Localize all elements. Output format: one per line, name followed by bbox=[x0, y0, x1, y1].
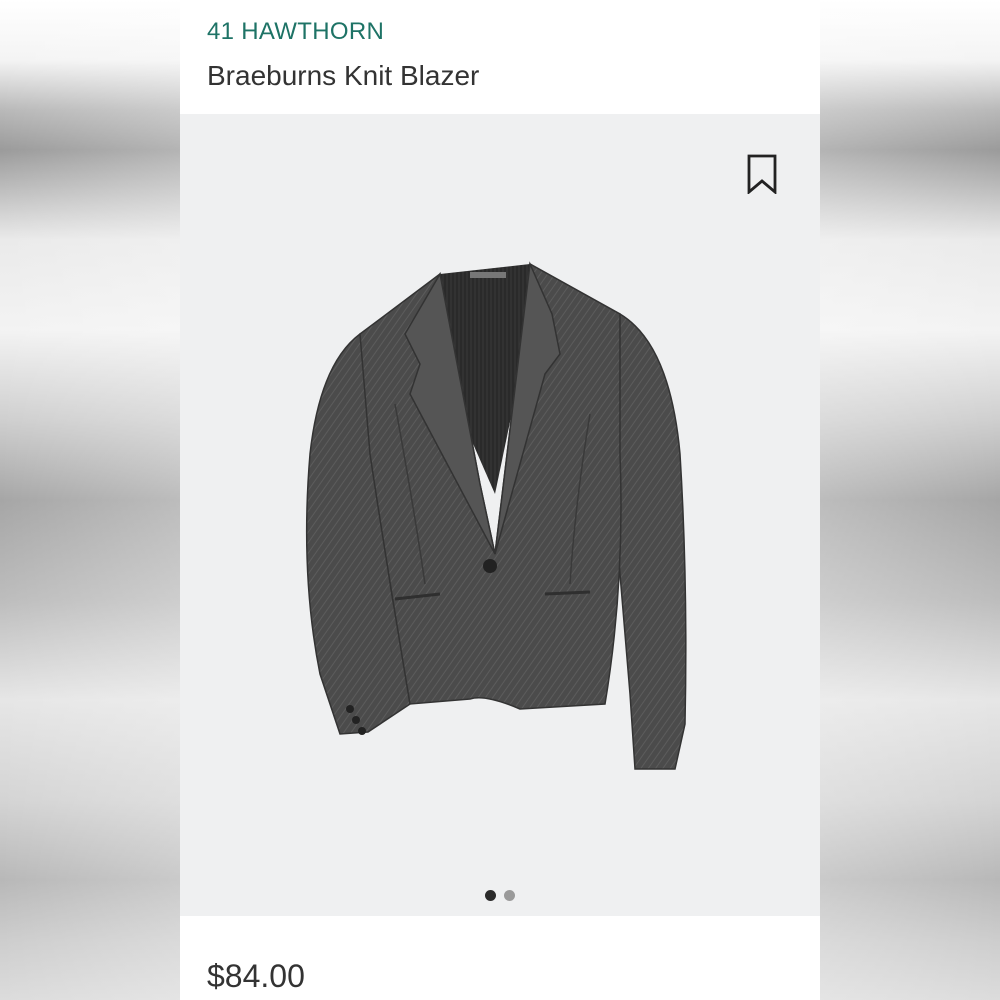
carousel-dot-2[interactable] bbox=[504, 890, 515, 901]
product-title: Braeburns Knit Blazer bbox=[207, 60, 480, 91]
bookmark-icon[interactable] bbox=[746, 154, 778, 194]
carousel-dot-1[interactable] bbox=[485, 890, 496, 901]
blazer-product-image bbox=[305, 261, 687, 770]
backdrop-right bbox=[820, 0, 1000, 1000]
product-card: 41 HAWTHORN Braeburns Knit Blazer $84.00 bbox=[180, 0, 820, 1000]
carousel-indicator bbox=[180, 890, 820, 901]
product-price: $84.00 bbox=[207, 958, 305, 994]
brand-name[interactable]: 41 HAWTHORN bbox=[207, 18, 384, 46]
backdrop-left bbox=[0, 0, 180, 1000]
product-image-carousel[interactable] bbox=[180, 114, 820, 916]
